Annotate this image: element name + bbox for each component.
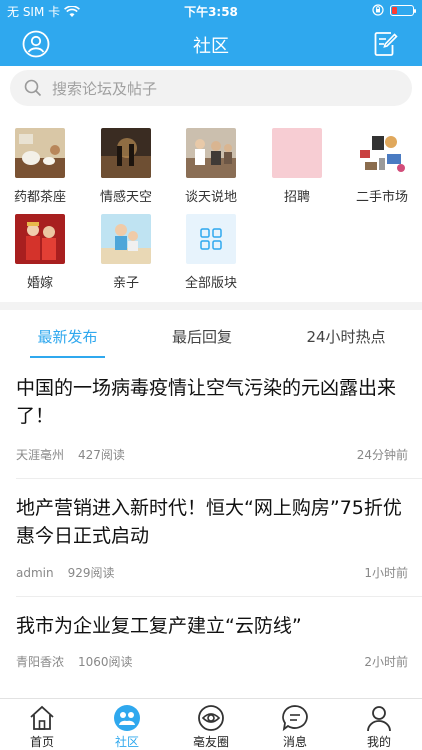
profile-icon	[349, 703, 409, 733]
orientation-lock-icon	[372, 4, 384, 16]
post-meta: 青阳香浓 1060阅读 2小时前	[16, 653, 408, 670]
grid-icon	[186, 214, 236, 264]
forum-label: 全部版块	[184, 276, 237, 291]
forum-item-all-sections[interactable]: 全部版块	[175, 214, 247, 291]
compose-icon[interactable]	[370, 28, 402, 60]
forum-item-tea[interactable]: 药都茶座	[4, 128, 76, 205]
forum-label: 情感天空	[99, 190, 152, 205]
post-author: 天涯亳州	[16, 448, 65, 462]
search-icon	[24, 79, 42, 97]
tabbar-label: 首页	[29, 735, 54, 749]
post-meta: 天涯亳州 427阅读 24分钟前	[16, 446, 408, 463]
tabbar-community[interactable]: 社区	[97, 703, 157, 750]
forum-thumbnail	[357, 128, 407, 178]
forum-label: 招聘	[283, 190, 310, 205]
tab-last-reply[interactable]: 最后回复	[160, 326, 244, 347]
forum-label: 婚嫁	[26, 276, 53, 291]
forum-thumbnail	[186, 128, 236, 178]
tabbar-label: 亳友圈	[192, 735, 229, 749]
post-title: 地产营销进入新时代！恒大“网上购房”75折优惠今日正式启动	[16, 497, 402, 547]
forum-item-parenting[interactable]: 亲子	[90, 214, 162, 291]
tabbar-messages[interactable]: 消息	[265, 703, 325, 750]
section-divider	[0, 302, 422, 310]
post-separator	[16, 478, 422, 479]
message-icon	[265, 703, 325, 733]
forum-label: 药都茶座	[13, 190, 66, 205]
active-tab-indicator	[30, 356, 105, 358]
post-author: admin	[16, 566, 54, 580]
list-item[interactable]: 中国的一场病毒疫情让空气污染的元凶露出来了！ 天涯亳州 427阅读 24分钟前	[16, 374, 408, 462]
forum-thumbnail	[15, 214, 65, 264]
tab-latest[interactable]: 最新发布	[30, 326, 105, 347]
tabbar-label: 社区	[114, 735, 139, 749]
battery-icon	[390, 4, 416, 16]
list-item[interactable]: 我市为企业复工复产建立“云防线” 青阳香浓 1060阅读 2小时前	[16, 612, 408, 669]
post-time: 2小时前	[364, 655, 408, 669]
search-placeholder: 搜索论坛及帖子	[52, 79, 158, 98]
tab-24h-hot[interactable]: 24小时热点	[296, 326, 396, 347]
forum-label: 亲子	[112, 276, 139, 291]
forum-label: 二手市场	[355, 190, 408, 205]
home-icon	[12, 703, 72, 733]
tabbar-friends-circle[interactable]: 亳友圈	[181, 703, 241, 750]
post-reads: 1060阅读	[78, 655, 133, 669]
forum-thumbnail	[101, 214, 151, 264]
post-meta: admin 929阅读 1小时前	[16, 564, 408, 581]
list-item[interactable]: 地产营销进入新时代！恒大“网上购房”75折优惠今日正式启动 admin 929阅读…	[16, 494, 408, 580]
tabbar-profile[interactable]: 我的	[349, 703, 409, 750]
post-title: 中国的一场病毒疫情让空气污染的元凶露出来了！	[16, 377, 397, 427]
post-reads: 427阅读	[78, 448, 125, 462]
forum-item-chat[interactable]: 谈天说地	[175, 128, 247, 205]
post-time: 1小时前	[364, 566, 408, 580]
tabbar-label: 消息	[282, 735, 307, 749]
search-input[interactable]: 搜索论坛及帖子	[10, 70, 412, 106]
status-bar: 无 SIM 卡 下午3:58	[0, 0, 422, 22]
forum-item-emotion[interactable]: 情感天空	[90, 128, 162, 205]
bottom-tab-bar: 首页 社区 亳友圈 消息 我的	[0, 698, 422, 750]
post-title: 我市为企业复工复产建立“云防线”	[16, 615, 302, 637]
post-reads: 929阅读	[67, 566, 115, 580]
forum-label: 谈天说地	[184, 190, 237, 205]
forum-thumbnail	[15, 128, 65, 178]
post-time: 24分钟前	[356, 448, 408, 462]
forum-item-jobs[interactable]: 招聘	[261, 128, 333, 205]
forum-thumbnail	[272, 128, 322, 178]
post-separator	[16, 596, 422, 597]
post-tabs: 最新发布 最后回复 24小时热点	[0, 310, 422, 360]
forum-thumbnail	[101, 128, 151, 178]
friends-circle-icon	[181, 703, 241, 733]
community-icon	[97, 703, 157, 733]
tabbar-home[interactable]: 首页	[12, 703, 72, 750]
status-time: 下午3:58	[184, 5, 238, 19]
post-author: 青阳香浓	[16, 655, 65, 669]
nav-bar: 社区	[0, 22, 422, 66]
forum-item-wedding[interactable]: 婚嫁	[4, 214, 76, 291]
forum-item-secondhand[interactable]: 二手市场	[346, 128, 418, 205]
tabbar-label: 我的	[366, 735, 391, 749]
page-title: 社区	[193, 36, 229, 57]
